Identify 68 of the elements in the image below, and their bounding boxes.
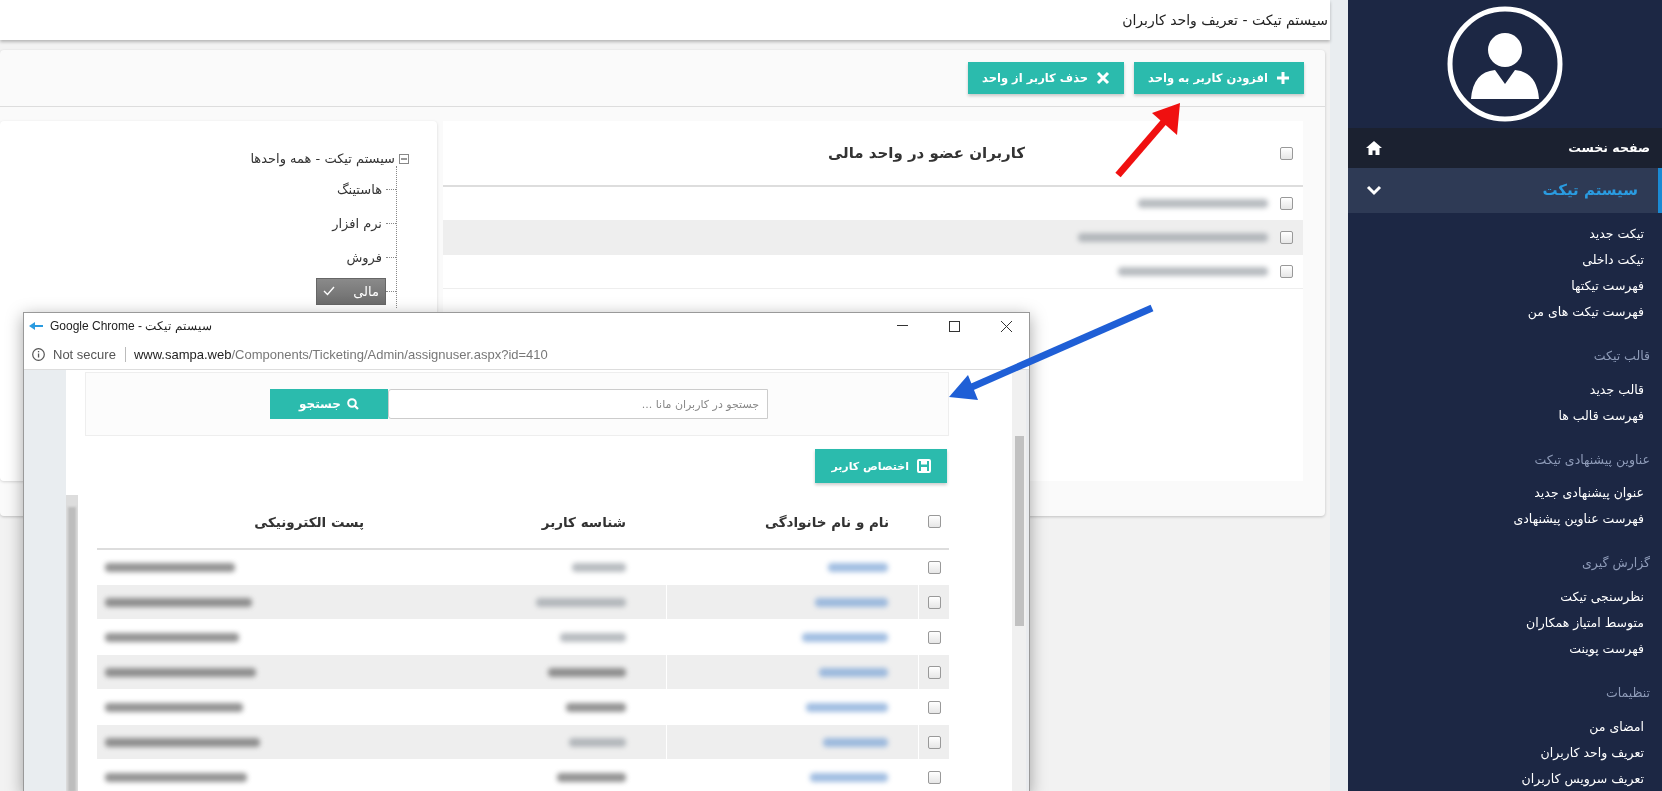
- tree-item[interactable]: نرم افزار: [328, 210, 386, 236]
- home-menu-item[interactable]: صفحه نخست: [1348, 127, 1662, 168]
- checkbox[interactable]: [927, 515, 941, 528]
- blurred-text: [823, 737, 888, 747]
- menu-item[interactable]: متوسط امتیاز همکاران: [1526, 615, 1644, 630]
- plus-icon: [1276, 71, 1290, 85]
- blurred-text: [819, 667, 888, 677]
- checkbox[interactable]: [927, 700, 941, 714]
- panel-title: کاربران عضو در واحد مالی: [826, 144, 1027, 162]
- window-title: سیستم تیکت - Google Chrome: [50, 319, 212, 333]
- checkbox[interactable]: [927, 770, 941, 784]
- column-header: نام و نام خانوادگی: [765, 513, 889, 530]
- info-icon: [32, 347, 45, 361]
- checkbox[interactable]: [927, 665, 941, 679]
- checkbox[interactable]: [1280, 231, 1293, 244]
- blurred-text: [572, 562, 626, 572]
- menu-item[interactable]: قالب جدید: [1589, 381, 1644, 397]
- url-text[interactable]: www.sampa.web/Components/Ticketing/Admin/assignuser.aspx?id=410: [133, 346, 548, 362]
- checkbox[interactable]: [1280, 265, 1293, 278]
- checkbox[interactable]: [1280, 197, 1293, 210]
- menu-group-heading: عناوین پیشنهادی تیکت: [1534, 451, 1650, 467]
- tree-item[interactable]: مالی: [316, 277, 386, 305]
- scrollbar-thumb[interactable]: [1015, 436, 1024, 626]
- menu-item[interactable]: فهرست تیکتها: [1571, 278, 1644, 294]
- close-icon: [1096, 71, 1111, 85]
- menu-item[interactable]: نظرسنجی تیکت: [1560, 589, 1644, 604]
- menu-item[interactable]: تعریف واحد کاربران: [1540, 744, 1644, 760]
- menu-item[interactable]: تیکت جدید: [1589, 226, 1644, 242]
- checkbox[interactable]: [927, 560, 941, 574]
- tree-item[interactable]: هاستینگ: [332, 176, 386, 202]
- search-icon: [346, 398, 359, 410]
- close-icon: [1000, 320, 1012, 332]
- save-icon: [917, 459, 931, 473]
- checkbox[interactable]: [927, 595, 941, 609]
- blurred-text: [557, 772, 626, 782]
- column-header: پست الکترونیکی: [254, 513, 364, 530]
- maximize-icon: [948, 320, 960, 332]
- tree-item[interactable]: سیستم تیکت - همه واحدها: [250, 151, 395, 166]
- checkbox[interactable]: [927, 630, 941, 644]
- menu-item[interactable]: فهرست پوینت: [1569, 641, 1644, 656]
- column-header: شناسه کاربر: [541, 513, 626, 530]
- menu-group-heading: گزارش گیری: [1582, 555, 1650, 571]
- menu-group-heading: تنظیمات: [1605, 684, 1650, 700]
- menu-item[interactable]: تیکت داخلی: [1582, 252, 1644, 268]
- collapse-toggle-icon[interactable]: [399, 153, 409, 164]
- blurred-text: [828, 562, 888, 572]
- menu-item[interactable]: امضای من: [1589, 718, 1644, 734]
- checkbox[interactable]: [927, 735, 941, 749]
- menu-item[interactable]: عنوان پیشنهادی جدید: [1534, 485, 1644, 501]
- checkbox[interactable]: [1280, 146, 1293, 160]
- menu-group-heading: قالب تیکت: [1593, 348, 1650, 364]
- check-icon: [323, 286, 336, 296]
- scrollbar-thumb[interactable]: [68, 507, 76, 791]
- menu-item[interactable]: فهرست تیکت های من: [1527, 304, 1644, 320]
- menu-item[interactable]: فهرست عناوین پیشنهادی: [1513, 511, 1644, 527]
- blurred-text: [569, 737, 626, 747]
- blurred-text: [566, 702, 626, 712]
- minimize-icon: [896, 325, 908, 327]
- app-logo-icon: [28, 321, 44, 331]
- page-title: سیستم تیکت - تعریف واحد کاربران: [1122, 12, 1328, 28]
- menu-section-header[interactable]: سیستم تیکت: [1348, 167, 1662, 213]
- menu-item[interactable]: تعریف سرویس کاربران: [1521, 770, 1644, 786]
- tree-item[interactable]: فروش: [342, 244, 386, 270]
- menu-item[interactable]: فهرست قالب ها: [1558, 407, 1644, 423]
- security-label: Not secure: [53, 346, 126, 362]
- search-field[interactable]: جستجو در کاربران مانا ...: [388, 389, 768, 419]
- home-icon: [1366, 140, 1382, 155]
- blurred-text: [560, 632, 626, 642]
